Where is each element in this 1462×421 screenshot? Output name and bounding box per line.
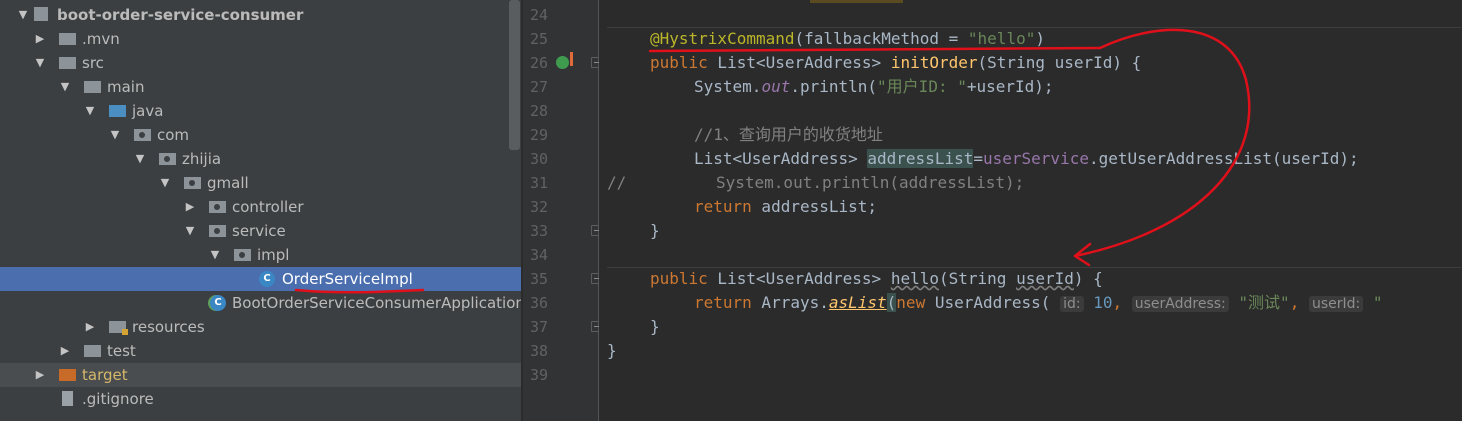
- annotation-underline: [648, 46, 1102, 53]
- annotation-arrow-curve: [1073, 28, 1251, 258]
- annotation-underline-selected: [294, 288, 425, 294]
- hand-drawn-annotation-layer: [294, 28, 1251, 294]
